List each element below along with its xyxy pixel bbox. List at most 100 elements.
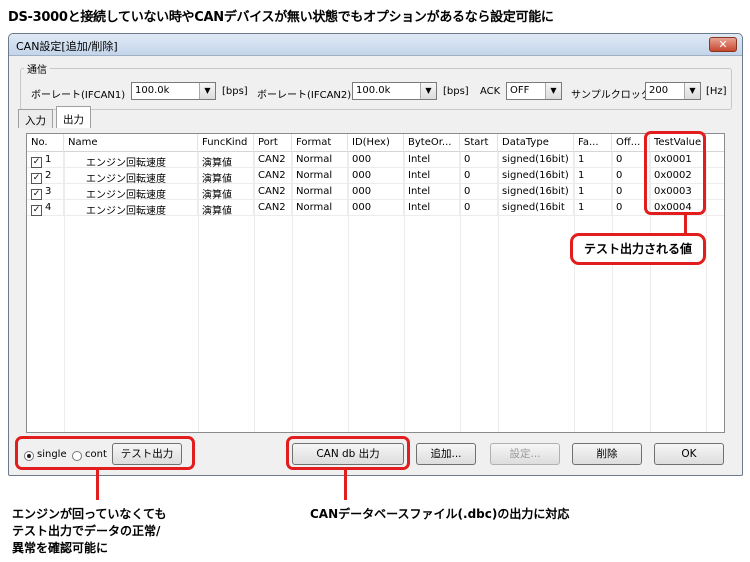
cell-byteor: Intel bbox=[404, 152, 460, 168]
cell-datatype: signed(16bit bbox=[498, 200, 574, 216]
row-checkbox[interactable]: ✓ bbox=[31, 189, 42, 200]
cell-start: 0 bbox=[460, 200, 498, 216]
cell-start: 0 bbox=[460, 168, 498, 184]
row-checkbox[interactable]: ✓ bbox=[31, 157, 42, 168]
row-number-cell[interactable]: ✓ 3 bbox=[27, 184, 64, 200]
cell-funckind: 演算値 bbox=[198, 200, 254, 216]
ack-label: ACK bbox=[480, 86, 501, 97]
window-title: CAN設定[追加/削除] bbox=[16, 40, 118, 53]
cell-fa: 1 bbox=[574, 184, 612, 200]
chevron-down-icon: ▼ bbox=[420, 83, 436, 99]
col-start[interactable]: Start bbox=[460, 134, 498, 152]
cell-byteor: Intel bbox=[404, 200, 460, 216]
row-number-cell[interactable]: ✓ 2 bbox=[27, 168, 64, 184]
center-note-leader bbox=[344, 470, 347, 500]
cell-datatype: signed(16bit) bbox=[498, 152, 574, 168]
baud2-select[interactable]: 100.0k ▼ bbox=[352, 82, 437, 100]
cell-start: 0 bbox=[460, 184, 498, 200]
cell-name: エンジン回転速度 bbox=[64, 168, 198, 184]
cell-id-hex: 000 bbox=[348, 184, 404, 200]
cell-fa: 1 bbox=[574, 152, 612, 168]
cont-label: cont bbox=[85, 449, 107, 460]
cell-start: 0 bbox=[460, 152, 498, 168]
center-note: CANデータベースファイル(.dbc)の出力に対応 bbox=[310, 507, 570, 521]
col-datatype[interactable]: DataType bbox=[498, 134, 574, 152]
col-port[interactable]: Port bbox=[254, 134, 292, 152]
row-number: 2 bbox=[45, 170, 52, 181]
settings-button[interactable]: 設定... bbox=[490, 443, 560, 465]
cell-id-hex: 000 bbox=[348, 152, 404, 168]
cell-format: Normal bbox=[292, 152, 348, 168]
baud2-unit: [bps] bbox=[443, 86, 469, 97]
callout-leader bbox=[684, 215, 687, 235]
cell-datatype: signed(16bit) bbox=[498, 168, 574, 184]
close-button[interactable]: ✕ bbox=[709, 37, 737, 52]
cell-format: Normal bbox=[292, 200, 348, 216]
col-name[interactable]: Name bbox=[64, 134, 198, 152]
cell-byteor: Intel bbox=[404, 184, 460, 200]
cell-fa: 1 bbox=[574, 200, 612, 216]
baud1-value: 100.0k bbox=[135, 85, 170, 96]
tab-output[interactable]: 出力 bbox=[56, 106, 91, 128]
baud1-label: ボーレート(IFCAN1) bbox=[31, 90, 126, 101]
table-row[interactable]: ✓ 1 エンジン回転速度 演算値 CAN2 Normal 000 Intel 0 signed(1… bbox=[27, 152, 724, 168]
clock-select[interactable]: 200 ▼ bbox=[645, 82, 701, 100]
ack-value: OFF bbox=[510, 85, 530, 96]
row-number-cell[interactable]: ✓ 1 bbox=[27, 152, 64, 168]
ok-button[interactable]: OK bbox=[654, 443, 724, 465]
table-row[interactable]: ✓ 3 エンジン回転速度 演算値 CAN2 Normal 000 Intel 0 signed(1… bbox=[27, 184, 724, 200]
baud1-select[interactable]: 100.0k ▼ bbox=[131, 82, 216, 100]
cell-format: Normal bbox=[292, 168, 348, 184]
chevron-down-icon: ▼ bbox=[545, 83, 561, 99]
cell-fa: 1 bbox=[574, 168, 612, 184]
row-number-cell[interactable]: ✓ 4 bbox=[27, 200, 64, 216]
add-button[interactable]: 追加... bbox=[416, 443, 476, 465]
cont-radio[interactable] bbox=[72, 451, 82, 461]
test-output-button[interactable]: テスト出力 bbox=[112, 443, 182, 465]
chevron-down-icon: ▼ bbox=[684, 83, 700, 99]
cell-format: Normal bbox=[292, 184, 348, 200]
clock-value: 200 bbox=[649, 85, 669, 96]
cell-id-hex: 000 bbox=[348, 200, 404, 216]
col-format[interactable]: Format bbox=[292, 134, 348, 152]
baud2-label: ボーレート(IFCAN2) bbox=[257, 90, 352, 101]
page-heading: DS-3000と接続していない時やCANデバイスが無い状態でもオプションがあるな… bbox=[8, 10, 554, 25]
col-id-hex[interactable]: ID(Hex) bbox=[348, 134, 404, 152]
signal-table: No. Name FuncKind Port Format ID(Hex) By… bbox=[26, 133, 725, 433]
col-no[interactable]: No. bbox=[27, 134, 64, 152]
comm-group-label: 通信 bbox=[24, 61, 50, 76]
row-number: 1 bbox=[45, 154, 52, 165]
delete-button[interactable]: 削除 bbox=[572, 443, 642, 465]
testvalue-highlight bbox=[644, 131, 706, 215]
clock-unit: [Hz] bbox=[706, 86, 727, 97]
col-factor[interactable]: Fa... bbox=[574, 134, 612, 152]
clock-label: サンプルクロック bbox=[571, 90, 651, 101]
cell-name: エンジン回転速度 bbox=[64, 184, 198, 200]
cell-port: CAN2 bbox=[254, 152, 292, 168]
table-row[interactable]: ✓ 4 エンジン回転速度 演算値 CAN2 Normal 000 Intel 0 signed(1… bbox=[27, 200, 724, 216]
col-funckind[interactable]: FuncKind bbox=[198, 134, 254, 152]
cell-funckind: 演算値 bbox=[198, 152, 254, 168]
ack-select[interactable]: OFF ▼ bbox=[506, 82, 562, 100]
left-note-line-1: エンジンが回っていなくても bbox=[12, 507, 167, 521]
row-checkbox[interactable]: ✓ bbox=[31, 205, 42, 216]
table-header: No. Name FuncKind Port Format ID(Hex) By… bbox=[27, 134, 724, 152]
row-checkbox[interactable]: ✓ bbox=[31, 173, 42, 184]
left-note-leader bbox=[96, 470, 99, 500]
title-bar: CAN設定[追加/削除] ✕ bbox=[9, 34, 742, 56]
testvalue-callout: テスト出力される値 bbox=[570, 233, 706, 265]
col-byteorder[interactable]: ByteOr... bbox=[404, 134, 460, 152]
row-number: 3 bbox=[45, 186, 52, 197]
tab-input[interactable]: 入力 bbox=[18, 109, 53, 128]
candb-output-button[interactable]: CAN db 出力 bbox=[292, 443, 404, 465]
baud1-unit: [bps] bbox=[222, 86, 248, 97]
cell-funckind: 演算値 bbox=[198, 184, 254, 200]
single-radio[interactable] bbox=[24, 451, 34, 461]
left-note-line-2: テスト出力でデータの正常/ bbox=[12, 524, 161, 538]
cell-port: CAN2 bbox=[254, 184, 292, 200]
cell-id-hex: 000 bbox=[348, 168, 404, 184]
cell-byteor: Intel bbox=[404, 168, 460, 184]
cell-datatype: signed(16bit) bbox=[498, 184, 574, 200]
table-row[interactable]: ✓ 2 エンジン回転速度 演算値 CAN2 Normal 000 Intel 0 signed(1… bbox=[27, 168, 724, 184]
chevron-down-icon: ▼ bbox=[199, 83, 215, 99]
